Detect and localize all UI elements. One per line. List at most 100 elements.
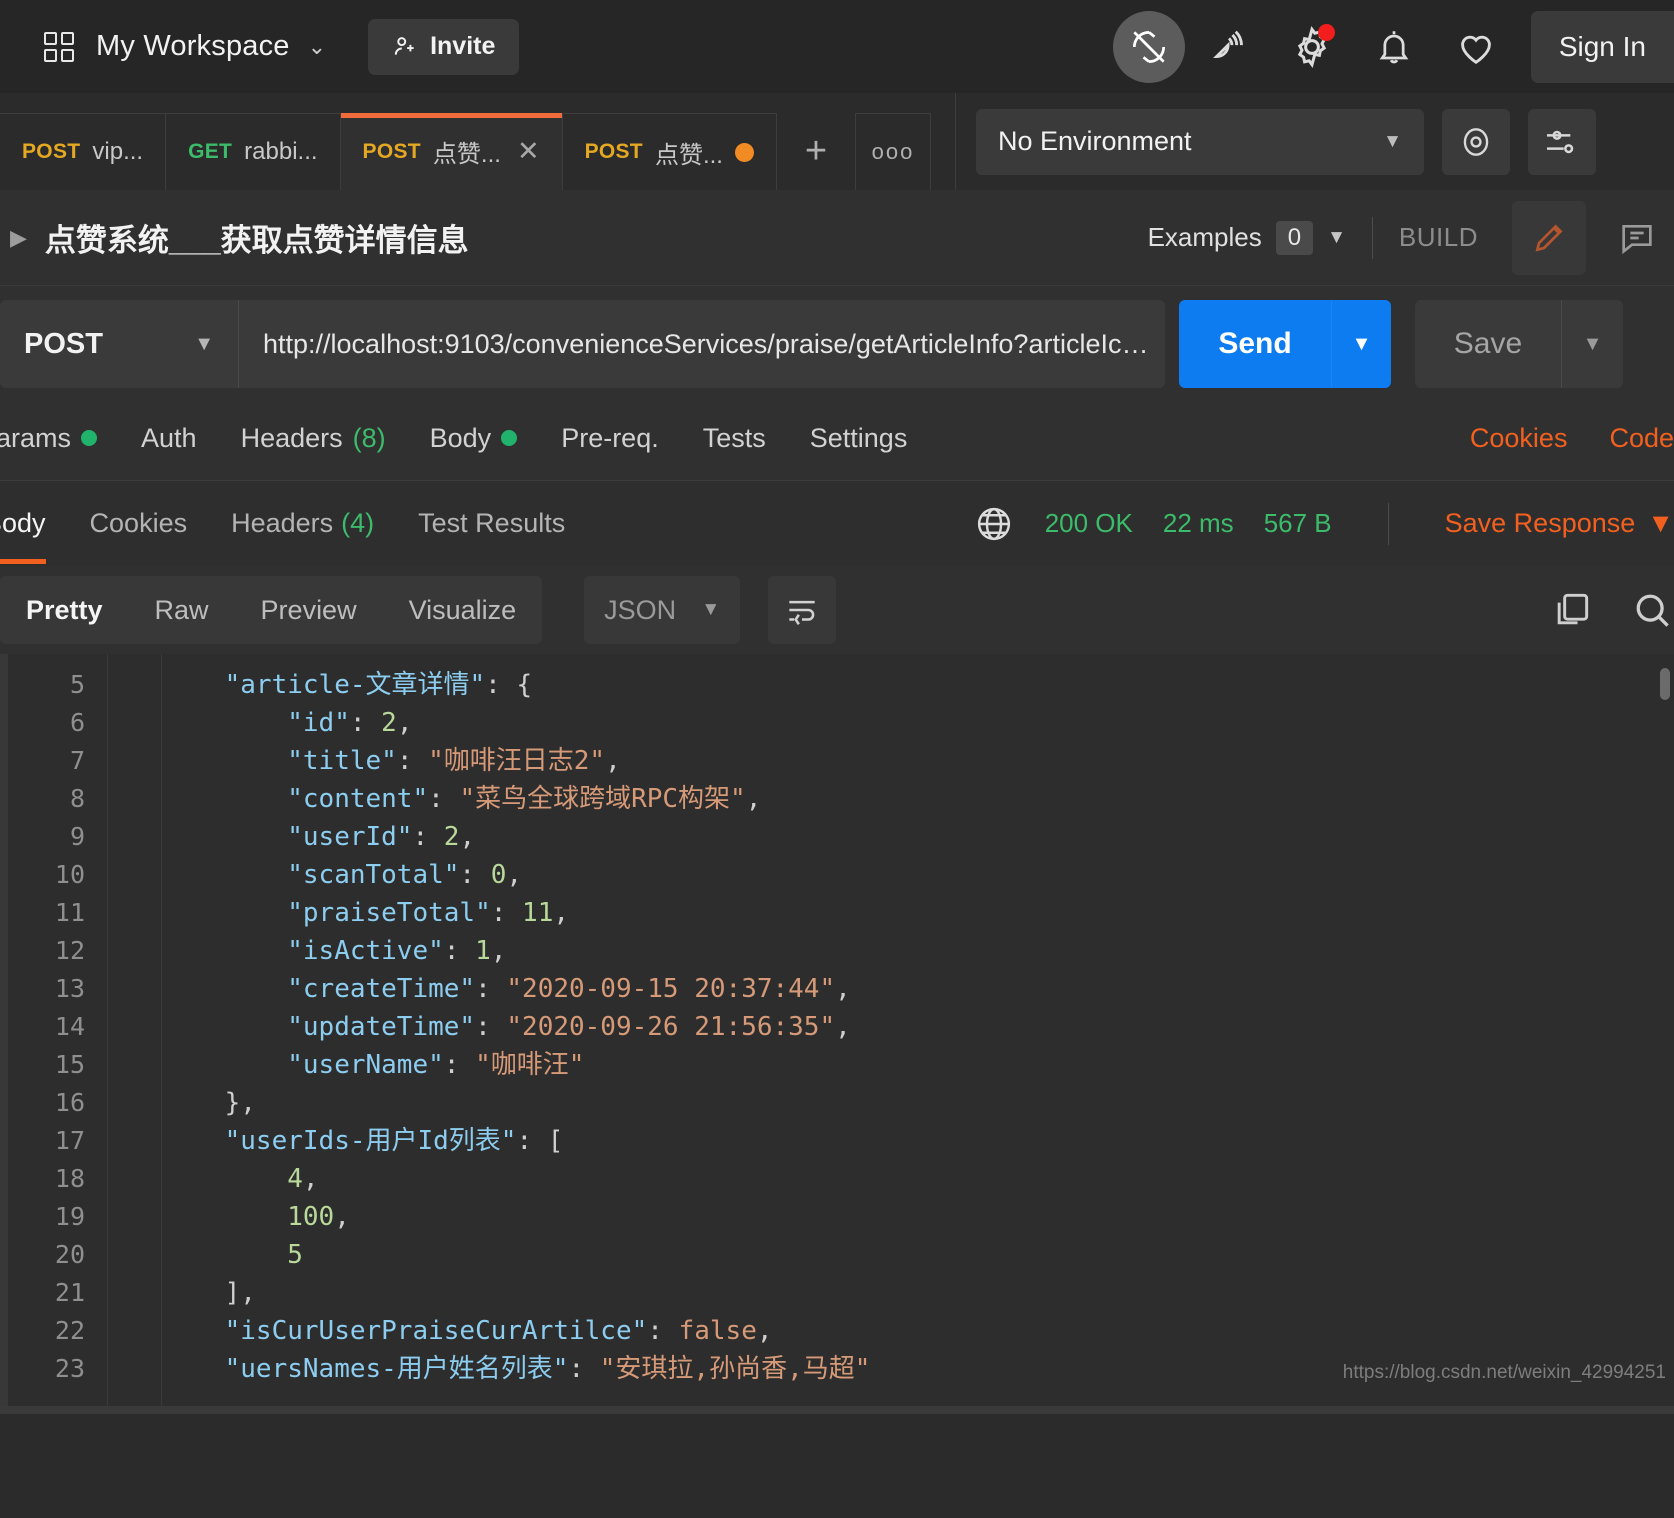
environment-label: No Environment bbox=[997, 126, 1192, 156]
request-tab-active[interactable]: POST 点赞... ✕ bbox=[340, 113, 563, 190]
environment-selector[interactable]: No Environment ▼ bbox=[975, 108, 1424, 175]
line-number: 18 bbox=[54, 1164, 85, 1193]
tab-response-cookies[interactable]: Cookies bbox=[90, 508, 188, 539]
body-indicator-dot bbox=[501, 430, 518, 446]
chevron-down-icon: ▼ bbox=[1351, 332, 1372, 355]
request-tab[interactable]: GET rabbi... bbox=[166, 113, 341, 190]
cookies-link[interactable]: Cookies bbox=[1470, 423, 1568, 454]
request-section-tabs: Params Auth Headers (8) Body Pre-req. Te… bbox=[0, 396, 1674, 480]
sign-in-button[interactable]: Sign In bbox=[1530, 10, 1674, 83]
search-icon[interactable] bbox=[1630, 588, 1674, 632]
line-number: 21 bbox=[54, 1278, 85, 1307]
tab-test-results[interactable]: Test Results bbox=[418, 508, 565, 539]
request-tab-strip: POST vip... GET rabbi... POST 点赞... ✕ PO… bbox=[0, 93, 1674, 190]
save-response-button[interactable]: Save Response ▼ bbox=[1445, 508, 1674, 539]
expand-caret-icon[interactable]: ▶ bbox=[10, 225, 27, 251]
tab-test-results-label: Test Results bbox=[418, 508, 566, 538]
build-button[interactable]: BUILD bbox=[1399, 222, 1478, 253]
tab-settings[interactable]: Settings bbox=[810, 423, 908, 454]
code-link[interactable]: Code bbox=[1609, 423, 1674, 454]
url-input[interactable]: http://localhost:9103/convenienceService… bbox=[239, 300, 1165, 388]
settings-notification-badge bbox=[1317, 23, 1335, 41]
params-indicator-dot bbox=[81, 430, 98, 446]
url-bar-row: POST ▼ http://localhost:9103/convenience… bbox=[0, 286, 1674, 396]
request-links: Cookies Code bbox=[1470, 423, 1674, 454]
tab-headers-count: (8) bbox=[352, 422, 386, 453]
eye-icon bbox=[1463, 127, 1489, 156]
new-tab-button[interactable]: + bbox=[777, 113, 855, 190]
request-tab[interactable]: POST vip... bbox=[0, 113, 167, 190]
code-line: 5 bbox=[287, 1240, 303, 1270]
tab-response-body-label: Body bbox=[0, 508, 46, 538]
examples-count: 0 bbox=[1275, 220, 1314, 255]
line-number: 9 bbox=[69, 822, 85, 851]
more-icon: ooo bbox=[871, 139, 915, 164]
tab-params[interactable]: Params bbox=[0, 423, 98, 454]
send-options-button[interactable]: ▼ bbox=[1331, 300, 1391, 388]
tab-response-headers-count: (4) bbox=[341, 508, 375, 538]
http-method-selector[interactable]: POST ▼ bbox=[0, 300, 239, 388]
comment-icon bbox=[1622, 224, 1652, 254]
sync-off-icon bbox=[1132, 30, 1165, 63]
environment-area: No Environment ▼ bbox=[954, 93, 1596, 190]
tab-response-headers-label: Headers bbox=[231, 508, 334, 538]
tab-pre-request-label: Pre-req. bbox=[561, 422, 659, 453]
announcements-button[interactable] bbox=[1193, 10, 1267, 84]
chevron-down-icon: ▼ bbox=[194, 332, 214, 355]
tab-tests-label: Tests bbox=[702, 422, 766, 453]
chevron-down-icon: ▼ bbox=[701, 599, 721, 620]
line-number: 12 bbox=[54, 936, 85, 965]
tab-response-body[interactable]: Body bbox=[0, 508, 46, 564]
code-line: "scanTotal": 0, bbox=[287, 860, 523, 890]
code-fold-column[interactable] bbox=[108, 654, 162, 1414]
notifications-button[interactable] bbox=[1357, 10, 1431, 84]
tab-body[interactable]: Body bbox=[430, 423, 518, 454]
invite-button[interactable]: Invite bbox=[368, 18, 520, 75]
tab-headers[interactable]: Headers (8) bbox=[241, 423, 386, 454]
close-icon[interactable]: ✕ bbox=[517, 136, 540, 167]
examples-label: Examples bbox=[1147, 222, 1262, 252]
line-number: 8 bbox=[69, 784, 85, 813]
environment-quick-look-button[interactable] bbox=[1441, 108, 1510, 175]
environment-settings-button[interactable] bbox=[1527, 108, 1596, 175]
request-tab[interactable]: POST 点赞... bbox=[562, 113, 777, 190]
settings-button[interactable] bbox=[1275, 10, 1349, 84]
word-wrap-button[interactable] bbox=[768, 576, 837, 644]
send-button[interactable]: Send bbox=[1179, 300, 1331, 388]
workspace-name[interactable]: My Workspace bbox=[96, 30, 290, 63]
save-options-button[interactable]: ▼ bbox=[1561, 300, 1623, 388]
save-group: Save ▼ bbox=[1415, 300, 1623, 388]
sync-off-button[interactable] bbox=[1112, 10, 1185, 83]
format-raw[interactable]: Raw bbox=[129, 576, 235, 644]
copy-icon[interactable] bbox=[1550, 588, 1594, 632]
tab-auth[interactable]: Auth bbox=[141, 423, 197, 454]
format-mode-group: Pretty Raw Preview Visualize bbox=[0, 576, 543, 644]
format-visualize[interactable]: Visualize bbox=[383, 576, 543, 644]
save-button[interactable]: Save bbox=[1415, 300, 1561, 388]
tab-label: 点赞... bbox=[654, 141, 723, 169]
sliders-icon bbox=[1546, 130, 1574, 153]
grid-icon[interactable] bbox=[44, 31, 74, 62]
examples-selector[interactable]: Examples 0 ▼ bbox=[1147, 220, 1346, 255]
favorites-button[interactable] bbox=[1439, 10, 1513, 84]
response-body-code[interactable]: 5 6 7 8 9 10 11 12 13 14 15 16 17 18 19 20 21 22 23 "artic… bbox=[0, 654, 1674, 1414]
code-line: "title": "咖啡汪日志2", bbox=[287, 746, 621, 776]
code-line: "userName": "咖啡汪" bbox=[287, 1050, 585, 1080]
format-preview[interactable]: Preview bbox=[235, 576, 383, 644]
vertical-scrollbar[interactable] bbox=[1660, 668, 1670, 700]
tab-overflow-button[interactable]: ooo bbox=[854, 113, 931, 190]
tab-response-headers[interactable]: Headers (4) bbox=[231, 508, 374, 539]
code-line: "isActive": 1, bbox=[287, 936, 507, 966]
edit-button[interactable] bbox=[1512, 200, 1586, 275]
tab-tests[interactable]: Tests bbox=[703, 423, 766, 454]
comments-button[interactable] bbox=[1600, 201, 1674, 275]
format-pretty[interactable]: Pretty bbox=[0, 576, 129, 644]
chevron-down-icon: ▼ bbox=[1647, 508, 1674, 538]
line-number: 14 bbox=[54, 1012, 85, 1041]
tab-method: GET bbox=[188, 140, 233, 163]
language-selector[interactable]: JSON ▼ bbox=[584, 576, 741, 644]
save-response-label: Save Response bbox=[1444, 508, 1636, 538]
save-label: Save bbox=[1453, 327, 1523, 360]
tab-pre-request[interactable]: Pre-req. bbox=[561, 423, 659, 454]
chevron-down-icon[interactable]: ⌄ bbox=[308, 35, 326, 58]
